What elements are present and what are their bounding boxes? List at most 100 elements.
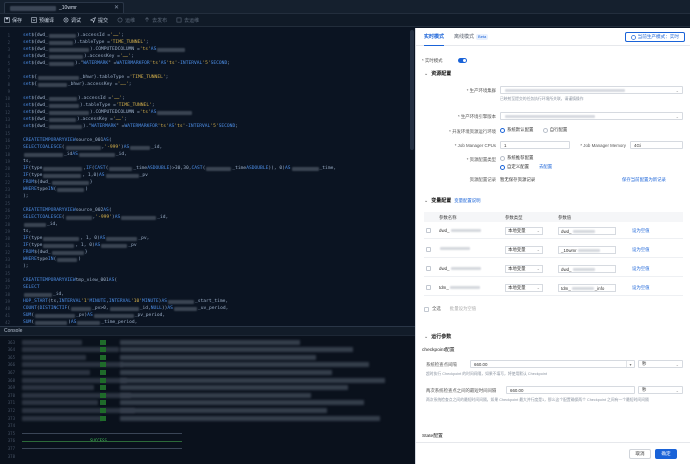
set-empty-link[interactable]: 设为空值	[632, 247, 650, 253]
res-config-link[interactable]: 去配置	[539, 164, 552, 170]
code-line[interactable]: 32 FROM ${dwd_ }	[0, 249, 415, 256]
file-tab[interactable]: _10wmr ✕	[4, 2, 124, 13]
code-line[interactable]: 33 WHERE type IN ( )	[0, 256, 415, 263]
code-line[interactable]: 27 SELECT COALESCE( , '-999') AS _id,	[0, 214, 415, 221]
row-checkbox[interactable]	[426, 247, 431, 252]
radio-custom-res[interactable]: 自定义配置 去配置	[500, 164, 552, 170]
set-empty-link[interactable]: 设为空值	[632, 285, 650, 291]
cp-min-unit-select[interactable]: 秒 ⌄	[638, 386, 683, 394]
code-line[interactable]: 26 CREATE TEMPORARY VIEW source_002 AS (	[0, 207, 415, 214]
batch-empty-button[interactable]: 批量设为空值	[450, 306, 476, 312]
code-text: CREATE TEMPORARY VIEW source_002 AS (	[23, 208, 112, 213]
var-help-link[interactable]: 变量配置说明	[454, 198, 480, 204]
prod-queue-select[interactable]: ⌄	[500, 112, 683, 120]
code-line[interactable]: 19 ts,	[0, 158, 415, 165]
publish-button[interactable]: 去发布	[144, 17, 167, 24]
save-res-record-link[interactable]: 保存当前配置为新记录	[622, 177, 666, 183]
code-editor[interactable]: 1 set ${dwd_ ).accessId = '……'; 2 set ${dwd…	[0, 28, 415, 326]
code-line[interactable]: 15	[0, 130, 415, 137]
cp-interval-input[interactable]: 660.00 ▾	[470, 360, 635, 368]
var-value-input[interactable]: tdm_ _info	[558, 284, 616, 292]
row-checkbox[interactable]	[426, 266, 431, 271]
goto-ops-button[interactable]: 去运维	[176, 17, 199, 24]
resource-section-header[interactable]: ⌄ 资源配置	[424, 70, 451, 78]
code-line[interactable]: 7 set ${ _bhwr}.tableType = 'TIME_TUNNEL'…	[0, 74, 415, 81]
editor-scrollbar[interactable]	[410, 30, 414, 150]
var-section-header[interactable]: ⌄ 变量配置 变量配置说明	[424, 197, 481, 205]
code-line[interactable]: 34);	[0, 263, 415, 270]
code-line[interactable]: 16 CREATE TEMPORARY VIEW source_001 AS (	[0, 137, 415, 144]
radio-recommended[interactable]: 系统推荐配置	[500, 155, 552, 161]
console-header[interactable]: Console	[0, 326, 415, 336]
code-line[interactable]: 6	[0, 67, 415, 74]
code-line[interactable]: 25	[0, 200, 415, 207]
code-line[interactable]: 11 set ${dwd_ ).tableType = 'TIME_TUNNEL'…	[0, 102, 415, 109]
prod-cluster-select[interactable]: ⌄	[500, 86, 683, 94]
code-line[interactable]: 29 ts,	[0, 228, 415, 235]
realtime-toggle[interactable]	[458, 58, 467, 63]
code-line[interactable]: 4 set ${dwd_ ).accessKey = '……';	[0, 53, 415, 60]
code-line[interactable]: 28 _id,	[0, 221, 415, 228]
ops-button[interactable]: 运维	[117, 17, 135, 24]
var-value-input[interactable]: dwd_	[558, 265, 616, 273]
code-line[interactable]: 23 WHERE type IN ( )	[0, 186, 415, 193]
var-type-select[interactable]: 本地变量 ⌄	[505, 246, 543, 254]
code-line[interactable]: 2 set ${dwd_ ).tableType = 'TIME_TUNNEL';	[0, 39, 415, 46]
code-line[interactable]: 40 COUNT(DISTINCT IF( _pv>0, _id, NULL))…	[0, 305, 415, 312]
set-empty-link[interactable]: 设为空值	[632, 266, 650, 272]
code-line[interactable]: 31 IF (type , 1, 0) AS _pv	[0, 242, 415, 249]
code-line[interactable]: 3 set ${dwd_ ).COMPUTEDCOLUMN = 'ts' AS	[0, 46, 415, 53]
code-line[interactable]: 42 SUM( ) AS _time_period,	[0, 319, 415, 326]
precompile-button[interactable]: 预编译	[31, 17, 54, 24]
code-line[interactable]: 10 set ${dwd_ ).accessId = '……';	[0, 95, 415, 102]
code-line[interactable]: 18 _id AS _id,	[0, 151, 415, 158]
tab-offline[interactable]: 离线模式 Beta	[454, 28, 489, 46]
close-icon[interactable]: ✕	[114, 4, 119, 11]
cp-min-input[interactable]: 660.00	[506, 386, 635, 394]
code-line[interactable]: 30 IF (type , 1, 0) AS _pv,	[0, 235, 415, 242]
debug-button[interactable]: 调试	[63, 17, 81, 24]
code-line[interactable]: 14 set ${dwd_ )." WATERMARK " = WATERMARK F…	[0, 123, 415, 130]
code-line[interactable]: 8 set ${ _bhwr}.accessKey = '……';	[0, 81, 415, 88]
cp-interval-label: 系统检查点间隔	[426, 362, 457, 367]
var-type-select[interactable]: 本地变量 ⌄	[505, 227, 543, 235]
chevron-down-icon: ⌄	[536, 228, 540, 233]
var-type-select[interactable]: 本地变量 ⌄	[505, 284, 543, 292]
radio-custom[interactable]: 自行配置	[542, 127, 567, 133]
save-button[interactable]: 保存	[4, 17, 22, 24]
row-checkbox[interactable]	[426, 285, 431, 290]
stepper-down-icon[interactable]: ▾	[626, 361, 634, 367]
submit-button[interactable]: 提交	[90, 17, 108, 24]
tab-realtime[interactable]: 实时模式	[424, 28, 445, 46]
code-line[interactable]: 9	[0, 88, 415, 95]
code-line[interactable]: 13 set ${dwd_ ).accessKey = '……';	[0, 116, 415, 123]
code-line[interactable]: 35	[0, 270, 415, 277]
code-line[interactable]: 38 _id,	[0, 291, 415, 298]
cp-interval-unit-select[interactable]: 秒 ⌄	[638, 360, 683, 368]
confirm-button[interactable]: 确定	[655, 449, 677, 459]
code-line[interactable]: 37 SELECT	[0, 284, 415, 291]
code-line[interactable]: 1 set ${dwd_ ).accessId = '……';	[0, 32, 415, 39]
code-line[interactable]: 21 IF (type , 1,0) AS _pv	[0, 172, 415, 179]
jm-cpu-input[interactable]: 1	[500, 141, 570, 149]
code-line[interactable]: 41 SUM( _pv) AS _pv_period,	[0, 312, 415, 319]
code-line[interactable]: 39 HOP_START (ts, INTERVAL '1' MINUTE, IN…	[0, 298, 415, 305]
code-line[interactable]: 20 IF (type , IF(CAST( _time AS DOUBLE)>3…	[0, 165, 415, 172]
var-type-select[interactable]: 本地变量 ⌄	[505, 265, 543, 273]
row-checkbox[interactable]	[426, 228, 431, 233]
code-line[interactable]: 17 SELECT COALESCE( , '-999') AS _id,	[0, 144, 415, 151]
code-line[interactable]: 36 CREATE TEMPORARY VIEW tmp_view_001 AS …	[0, 277, 415, 284]
var-value-input[interactable]: dwd_	[558, 227, 616, 235]
set-empty-link[interactable]: 设为空值	[632, 228, 650, 234]
env-mode-button[interactable]: 当前生产模式：实时	[624, 32, 685, 42]
code-line[interactable]: 24);	[0, 193, 415, 200]
code-line[interactable]: 22 FROM ${dwd_ }	[0, 179, 415, 186]
code-line[interactable]: 12 set ${dwd_ ).COMPUTEDCOLUMN = 'ts' AS	[0, 109, 415, 116]
cancel-button[interactable]: 取消	[629, 449, 651, 459]
jm-mem-input[interactable]: 4Gi	[630, 141, 683, 149]
radio-system-default[interactable]: 系统默认配置	[500, 127, 533, 133]
select-all-checkbox[interactable]	[424, 306, 429, 312]
var-value-input[interactable]: _10wmr	[558, 246, 616, 254]
run-section-header[interactable]: ⌄ 运行参数	[424, 333, 451, 341]
code-line[interactable]: 5 set ${dwd_ )." WATERMARK " = WATERMARK FO…	[0, 60, 415, 67]
